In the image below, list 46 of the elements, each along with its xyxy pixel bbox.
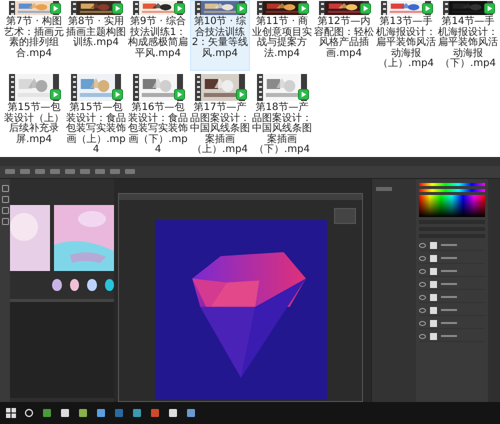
file-name: 第8节 · 实用插画主题构图训练.mp4 xyxy=(66,17,126,49)
play-icon xyxy=(50,88,61,100)
video-file[interactable]: 第8节 · 实用插画主题构图训练.mp4 xyxy=(66,0,126,71)
video-file[interactable]: 第16节—包装设计：食品包装写实装饰画（下）.mp4 xyxy=(128,72,188,157)
video-file[interactable]: 第10节 · 综合技法训练2：矢量等线风.mp4 xyxy=(190,0,250,71)
file-name: 第13节—手机海报设计：扁平装饰风活动海报（上）.mp4 xyxy=(376,17,436,70)
color-swatch[interactable] xyxy=(87,278,96,291)
video-file[interactable]: 第13节—手机海报设计：扁平装饰风活动海报（上）.mp4 xyxy=(376,0,436,71)
video-file[interactable]: 第7节 · 构图艺术：插画元素的排列组合.mp4 xyxy=(4,0,64,71)
file-name: 第17节—产品图案设计：中国风线条图案插画（上）.mp4 xyxy=(190,102,250,156)
video-file[interactable]: 第17节—产品图案设计：中国风线条图案插画（上）.mp4 xyxy=(190,72,250,157)
color-swatch[interactable] xyxy=(70,278,79,291)
play-icon xyxy=(484,3,495,14)
play-icon xyxy=(112,3,123,14)
search-icon[interactable] xyxy=(24,408,34,418)
file-name: 第10节 · 综合技法训练2：矢量等线风.mp4 xyxy=(190,17,250,60)
navigator-panel xyxy=(334,208,356,224)
file-name: 第12节—内容配图：轻松风格产品插画.mp4 xyxy=(314,17,374,60)
play-icon xyxy=(298,3,309,14)
windows-icon[interactable] xyxy=(6,408,16,418)
file-name: 第15节—包装设计：食品包装写实装饰画（上）.mp4 xyxy=(66,102,126,156)
video-file[interactable]: 第9节 · 综合技法训练1：构成感极简扁平风.mp4 xyxy=(128,0,188,71)
video-file[interactable]: 第15节—包装设计（上）后续补充录屏.mp4 xyxy=(4,72,64,157)
video-file[interactable]: 第18节—产品图案设计：中国风线条图案插画（下）.mp4 xyxy=(252,72,312,157)
video-file[interactable]: 第11节 · 商业创意项目实战与提案方法.mp4 xyxy=(252,0,312,71)
file-name: 第11节 · 商业创意项目实战与提案方法.mp4 xyxy=(252,17,312,60)
file-name: 第18节—产品图案设计：中国风线条图案插画（下）.mp4 xyxy=(252,102,312,156)
file-name: 第16节—包装设计：食品包装写实装饰画（下）.mp4 xyxy=(128,102,188,156)
play-icon xyxy=(236,88,247,100)
file-name: 第15节—包装设计（上）后续补充录屏.mp4 xyxy=(4,102,64,146)
color-swatch[interactable] xyxy=(52,278,62,291)
file-name: 第7节 · 构图艺术：插画元素的排列组合.mp4 xyxy=(4,17,64,60)
file-name: 第9节 · 综合技法训练1：构成感极简扁平风.mp4 xyxy=(128,17,188,60)
play-icon xyxy=(360,3,371,14)
play-icon xyxy=(174,3,185,14)
file-name: 第14节—手机海报设计：扁平装饰风活动海报（下）.mp4 xyxy=(438,17,498,70)
video-file[interactable]: 第15节—包装设计：食品包装写实装饰画（上）.mp4 xyxy=(66,72,126,157)
video-file[interactable]: 第12节—内容配图：轻松风格产品插画.mp4 xyxy=(314,0,374,71)
video-file[interactable]: 第14节—手机海报设计：扁平装饰风活动海报（下）.mp4 xyxy=(438,0,498,71)
color-swatch[interactable] xyxy=(104,278,114,291)
play-icon xyxy=(422,3,433,14)
play-icon xyxy=(50,3,61,14)
play-icon xyxy=(174,88,185,100)
play-icon xyxy=(298,88,309,100)
play-icon xyxy=(112,88,123,100)
play-icon xyxy=(236,3,247,14)
